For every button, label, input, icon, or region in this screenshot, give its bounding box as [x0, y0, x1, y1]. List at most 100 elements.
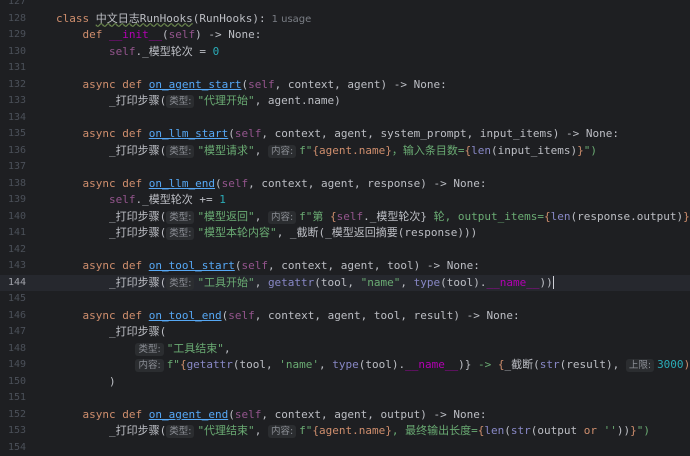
code-token: , context, agent, tool) -> None: — [268, 259, 480, 272]
code-token: , context, agent, response) -> None: — [248, 177, 486, 190]
code-line[interactable]: 153 _打印步骤(类型:"代理结束", 内容:f"{agent.name}, … — [0, 423, 690, 439]
code-line[interactable]: 150 ) — [0, 374, 690, 390]
code-token: on_agent_start — [149, 78, 242, 91]
line-number: 144 — [0, 275, 26, 291]
line-number: 143 — [0, 258, 26, 274]
code-token: , agent.name) — [255, 94, 341, 107]
code-line[interactable]: 146 async def on_tool_end(self, context,… — [0, 308, 690, 324]
code-token: _打印步骤( — [109, 424, 166, 437]
code-content[interactable]: 类型:"工具结束", — [56, 341, 231, 357]
code-token: "代理结束" — [197, 424, 254, 437]
code-content[interactable]: async def on_llm_end(self, context, agen… — [56, 176, 487, 192]
code-token: 'name' — [279, 358, 319, 371]
line-number: 141 — [0, 225, 26, 241]
code-token: self — [248, 78, 275, 91]
code-token: len — [471, 144, 491, 157]
line-number: 127 — [0, 0, 26, 10]
code-token: 轮, output_items= — [427, 210, 544, 223]
code-line[interactable]: 154 — [0, 440, 690, 456]
code-editor[interactable]: 127128 class 中文日志RunHooks(RunHooks):1 usa… — [0, 0, 690, 406]
code-content[interactable]: _打印步骤(类型:"模型请求", 内容:f"{agent.name}，输入条目数… — [56, 143, 597, 159]
code-token: "模型请求" — [197, 144, 254, 157]
line-number: 139 — [0, 192, 26, 208]
code-token: async def — [83, 127, 143, 140]
code-token: _打印步骤( — [109, 226, 166, 239]
code-line[interactable]: 131 — [0, 60, 690, 76]
code-line[interactable]: 142 — [0, 242, 690, 258]
code-line[interactable]: 145 — [0, 291, 690, 307]
code-line[interactable]: 148 类型:"工具结束", — [0, 341, 690, 357]
code-token: f" — [299, 144, 312, 157]
code-line[interactable]: 138 async def on_llm_end(self, context, … — [0, 176, 690, 192]
code-content[interactable]: async def on_llm_start(self, context, ag… — [56, 126, 619, 142]
code-content[interactable]: _打印步骤(类型:"工具开始", getattr(tool, "name", t… — [56, 275, 554, 291]
code-content[interactable]: class 中文日志RunHooks(RunHooks):1 usage — [56, 11, 311, 28]
code-line[interactable]: 137 — [0, 159, 690, 175]
code-line[interactable]: 139 self._模型轮次 += 1 — [0, 192, 690, 208]
code-token: on_tool_end — [149, 309, 222, 322]
code-token: _打印步骤( — [109, 144, 166, 157]
code-content[interactable]: _打印步骤(类型:"模型返回", 内容:f"第 {self._模型轮次} 轮, … — [56, 209, 690, 225]
code-token: } — [683, 210, 690, 223]
code-content[interactable]: self._模型轮次 = 0 — [56, 44, 219, 60]
code-line[interactable]: 129 def __init__(self) -> None: — [0, 27, 690, 43]
usage-count: 1 usage — [272, 14, 312, 25]
code-content[interactable]: async def on_tool_end(self, context, age… — [56, 308, 520, 324]
code-line[interactable]: 135 async def on_llm_start(self, context… — [0, 126, 690, 142]
code-content[interactable]: async def on_tool_start(self, context, a… — [56, 258, 480, 274]
code-line[interactable]: 152 async def on_agent_end(self, context… — [0, 407, 690, 423]
code-content[interactable]: ) — [56, 374, 116, 390]
code-token: ") — [584, 144, 597, 157]
code-token: , — [319, 358, 332, 371]
code-token: { — [544, 210, 551, 223]
code-token: self — [241, 259, 268, 272]
code-token: -> — [471, 358, 498, 371]
code-line[interactable]: 147 _打印步骤( — [0, 324, 690, 340]
code-content[interactable]: _打印步骤( — [56, 324, 166, 340]
line-number: 138 — [0, 176, 26, 192]
code-token: ) -> None: — [195, 28, 261, 41]
code-line[interactable]: 133 _打印步骤(类型:"代理开始", agent.name) — [0, 93, 690, 109]
code-content[interactable]: _打印步骤(类型:"代理结束", 内容:f"{agent.name}, 最终输出… — [56, 423, 650, 439]
code-content[interactable]: 内容:f"{getattr(tool, 'name', type(tool)._… — [56, 357, 690, 373]
code-line[interactable]: 134 — [0, 110, 690, 126]
code-token: )} — [458, 358, 471, 371]
line-number: 136 — [0, 143, 26, 159]
code-line[interactable]: 130 self._模型轮次 = 0 — [0, 44, 690, 60]
code-content[interactable]: async def on_agent_start(self, context, … — [56, 77, 447, 93]
code-content[interactable]: async def on_agent_end(self, context, ag… — [56, 407, 487, 423]
code-line[interactable]: 128 class 中文日志RunHooks(RunHooks):1 usage — [0, 11, 690, 27]
code-token: )) — [617, 424, 630, 437]
code-token: ( — [162, 28, 169, 41]
code-line[interactable]: 151 — [0, 390, 690, 406]
code-line[interactable]: 127 — [0, 0, 690, 10]
code-content[interactable]: def __init__(self) -> None: — [56, 27, 261, 43]
code-token: getattr — [268, 276, 314, 289]
code-token: on_agent_end — [149, 408, 228, 421]
code-token: "name" — [361, 276, 401, 289]
code-token: ") — [637, 424, 650, 437]
code-token: (result), — [560, 358, 626, 371]
code-line[interactable]: 143 async def on_tool_start(self, contex… — [0, 258, 690, 274]
code-token: self — [169, 28, 196, 41]
code-line[interactable]: 141 _打印步骤(类型:"模型本轮内容", _截断(_模型返回摘要(respo… — [0, 225, 690, 241]
code-content[interactable]: self._模型轮次 += 1 — [56, 192, 226, 208]
code-line[interactable]: 144 _打印步骤(类型:"工具开始", getattr(tool, "name… — [0, 275, 690, 291]
code-token: (input_items) — [491, 144, 577, 157]
parameter-hint: 类型: — [166, 277, 194, 290]
code-line[interactable]: 149 内容:f"{getattr(tool, 'name', type(too… — [0, 357, 690, 373]
code-token: , context, agent, system_prompt, input_i… — [261, 127, 619, 140]
code-line[interactable]: 136 _打印步骤(类型:"模型请求", 内容:f"{agent.name}，输… — [0, 143, 690, 159]
code-token: self — [222, 177, 249, 190]
line-number: 128 — [0, 11, 26, 27]
code-token: def — [83, 28, 103, 41]
code-token: self — [109, 193, 136, 206]
code-token: f"第 — [299, 210, 330, 223]
code-token: , context, agent, output) -> None: — [261, 408, 486, 421]
code-content[interactable]: _打印步骤(类型:"代理开始", agent.name) — [56, 93, 341, 109]
code-content[interactable]: _打印步骤(类型:"模型本轮内容", _截断(_模型返回摘要(response)… — [56, 225, 477, 241]
code-token: async def — [83, 309, 143, 322]
code-line[interactable]: 132 async def on_agent_start(self, conte… — [0, 77, 690, 93]
code-line[interactable]: 140 _打印步骤(类型:"模型返回", 内容:f"第 {self._模型轮次}… — [0, 209, 690, 225]
code-token: "模型返回" — [197, 210, 254, 223]
